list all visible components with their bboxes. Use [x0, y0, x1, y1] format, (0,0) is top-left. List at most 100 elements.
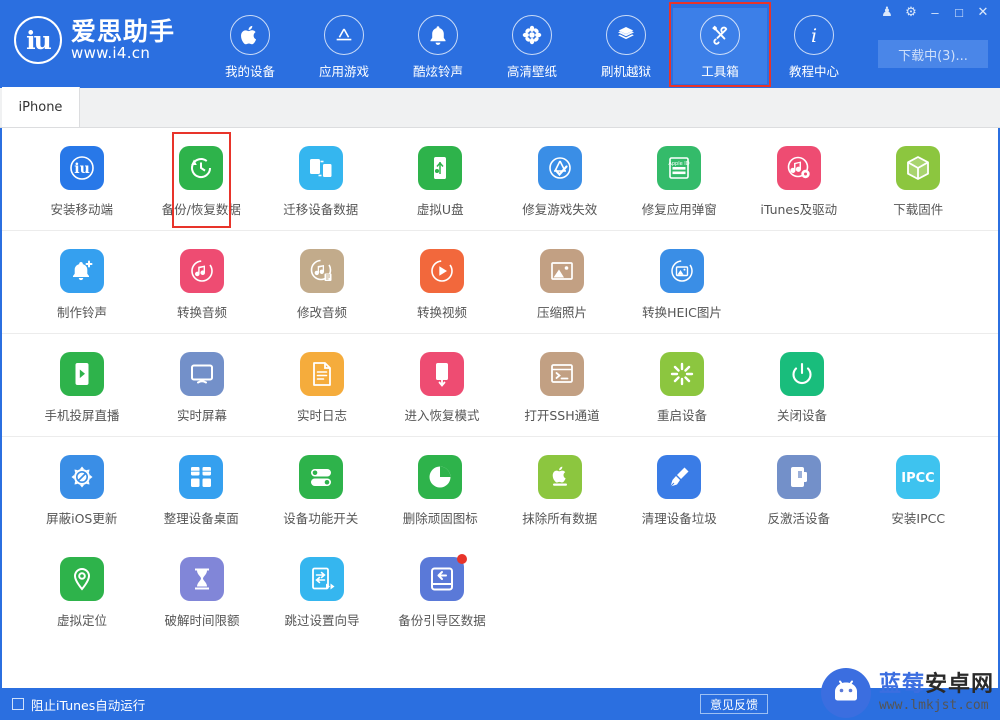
tool-label: 进入恢复模式 [404, 408, 480, 423]
window-controls: ♟ ⚙ – □ ✕ [876, 2, 994, 22]
tool-reboot-device[interactable]: 重启设备 [622, 334, 742, 436]
app-header: iu 爱思助手 www.i4.cn 我的设备 应用游戏 酷炫铃声 高清壁纸 刷机… [0, 0, 1000, 88]
feature-toggle-icon [298, 455, 343, 499]
download-status-button[interactable]: 下载中(3)... [878, 40, 988, 68]
brand-logo-icon: iu [14, 16, 62, 64]
tool-virtual-location[interactable]: 虚拟定位 [22, 539, 142, 641]
tool-feature-toggle[interactable]: 设备功能开关 [261, 437, 381, 539]
tool-fix-game[interactable]: 修复游戏失效 [500, 128, 620, 230]
bell-icon [418, 15, 459, 55]
tool-itunes-driver[interactable]: iTunes及驱动 [739, 128, 859, 230]
svg-text:i: i [811, 25, 817, 46]
screentime-icon [180, 557, 224, 601]
edit-audio-icon [300, 249, 344, 293]
tool-arrange-desktop[interactable]: 整理设备桌面 [142, 437, 262, 539]
tool-label: 实时日志 [296, 408, 347, 423]
tool-live-screen[interactable]: 实时屏幕 [142, 334, 262, 436]
tool-download-firmware[interactable]: 下载固件 [859, 128, 979, 230]
tool-label: 跳过设置向导 [284, 613, 360, 628]
app-footer: 阻止iTunes自动运行 意见反馈 [0, 688, 1000, 720]
tool-open-ssh[interactable]: 打开SSH通道 [502, 334, 622, 436]
tool-screen-cast[interactable]: 手机投屏直播 [22, 334, 142, 436]
tool-label: 整理设备桌面 [163, 511, 239, 526]
svg-text:iu: iu [74, 161, 90, 177]
checkbox-box[interactable] [12, 698, 24, 710]
backup-boot-icon [420, 554, 467, 601]
toolbox-grid: iu 安装移动端 备份/恢复数据 迁移设备数据 虚拟U盘 修复游戏失效 Appl… [0, 128, 1000, 688]
delete-icon-icon [418, 455, 463, 499]
nav-label: 刷机越狱 [601, 64, 652, 79]
apple-icon [230, 15, 271, 55]
tool-skip-setup[interactable]: 跳过设置向导 [262, 539, 382, 641]
tool-label: 制作铃声 [56, 305, 107, 320]
appstore-fix-icon [537, 146, 582, 190]
nav-item-wallpapers[interactable]: 高清壁纸 [485, 8, 579, 84]
tool-migrate-device[interactable]: 迁移设备数据 [261, 128, 381, 230]
tool-block-ios-update[interactable]: 屏蔽iOS更新 [22, 437, 142, 539]
nav-item-toolbox[interactable]: 工具箱 [669, 2, 772, 87]
close-icon[interactable]: ✕ [972, 2, 994, 22]
tool-fix-app-popup[interactable]: Apple ID 修复应用弹窗 [620, 128, 740, 230]
tool-virtual-usb[interactable]: 虚拟U盘 [381, 128, 501, 230]
tool-screentime-crack[interactable]: 破解时间限额 [142, 539, 262, 641]
minimize-icon[interactable]: – [924, 2, 946, 22]
nav-item-apps-games[interactable]: 应用游戏 [297, 8, 391, 84]
block-itunes-checkbox[interactable]: 阻止iTunes自动运行 [12, 695, 145, 714]
firmware-box-icon [896, 146, 941, 190]
nav-item-ringtones[interactable]: 酷炫铃声 [391, 8, 485, 84]
recovery-mode-icon [420, 352, 464, 396]
nav-label: 酷炫铃声 [413, 64, 464, 79]
settings-icon[interactable]: ⚙ [900, 2, 922, 22]
appleid-card-icon: Apple ID [657, 146, 702, 190]
device-tabbar: iPhone [0, 87, 1000, 128]
tool-convert-video[interactable]: 转换视频 [382, 231, 502, 333]
maximize-icon[interactable]: □ [948, 2, 970, 22]
itunes-gear-icon [776, 146, 821, 190]
tool-label: 设备功能开关 [283, 511, 359, 526]
tool-row: 制作铃声 转换音频 修改音频 转换视频 压缩照片 转换HEIC图片 [2, 231, 998, 333]
tool-clean-junk[interactable]: 清理设备垃圾 [620, 437, 740, 539]
tool-label: 重启设备 [656, 408, 707, 423]
tool-erase-all-data[interactable]: 抹除所有数据 [500, 437, 620, 539]
skin-icon[interactable]: ♟ [876, 2, 898, 22]
i4-app-icon: iu [59, 146, 104, 190]
live-screen-icon [180, 352, 224, 396]
flower-icon [512, 15, 553, 55]
tool-label: 实时屏幕 [176, 408, 227, 423]
tool-convert-audio[interactable]: 转换音频 [142, 231, 262, 333]
tool-power-off[interactable]: 关闭设备 [742, 334, 862, 436]
nav-item-my-device[interactable]: 我的设备 [203, 8, 297, 84]
feedback-button[interactable]: 意见反馈 [699, 694, 768, 714]
tool-group-3: 手机投屏直播 实时屏幕 实时日志 进入恢复模式 打开SSH通道 重启设备 关闭设… [2, 333, 998, 436]
nav-item-tutorials[interactable]: i 教程中心 [767, 8, 861, 84]
tools-icon [700, 15, 741, 55]
tool-edit-audio[interactable]: 修改音频 [262, 231, 382, 333]
ringtone-add-icon [60, 249, 104, 293]
tool-install-mobile[interactable]: iu 安装移动端 [22, 128, 142, 230]
tab-iphone[interactable]: iPhone [2, 87, 80, 127]
tool-label: 屏蔽iOS更新 [46, 511, 118, 526]
tool-convert-heic[interactable]: 转换HEIC图片 [622, 231, 742, 333]
convert-audio-icon [180, 249, 224, 293]
tool-deactivate-device[interactable]: 反激活设备 [739, 437, 859, 539]
tool-compress-photo[interactable]: 压缩照片 [502, 231, 622, 333]
brand: iu 爱思助手 www.i4.cn [14, 16, 175, 64]
tool-label: 转换音频 [176, 305, 227, 320]
tool-delete-stuck-icon[interactable]: 删除顽固图标 [381, 437, 501, 539]
migrate-device-icon [298, 146, 343, 190]
tool-make-ringtone[interactable]: 制作铃声 [22, 231, 142, 333]
nav-item-flash-jailbreak[interactable]: 刷机越狱 [579, 8, 673, 84]
arrange-desktop-icon [179, 455, 224, 499]
tool-backup-boot-data[interactable]: 备份引导区数据 [382, 539, 502, 641]
live-log-icon [300, 352, 344, 396]
tool-recovery-mode[interactable]: 进入恢复模式 [382, 334, 502, 436]
tool-backup-restore[interactable]: 备份/恢复数据 [142, 128, 262, 230]
tool-live-log[interactable]: 实时日志 [262, 334, 382, 436]
screen-cast-icon [60, 352, 104, 396]
backup-restore-icon [179, 146, 224, 190]
tool-install-ipcc[interactable]: IPCC 安装IPCC [859, 437, 979, 539]
tool-label: 破解时间限额 [164, 613, 240, 628]
brand-url: www.i4.cn [71, 43, 151, 62]
compress-photo-icon [540, 249, 584, 293]
nav-label: 高清壁纸 [507, 64, 558, 79]
